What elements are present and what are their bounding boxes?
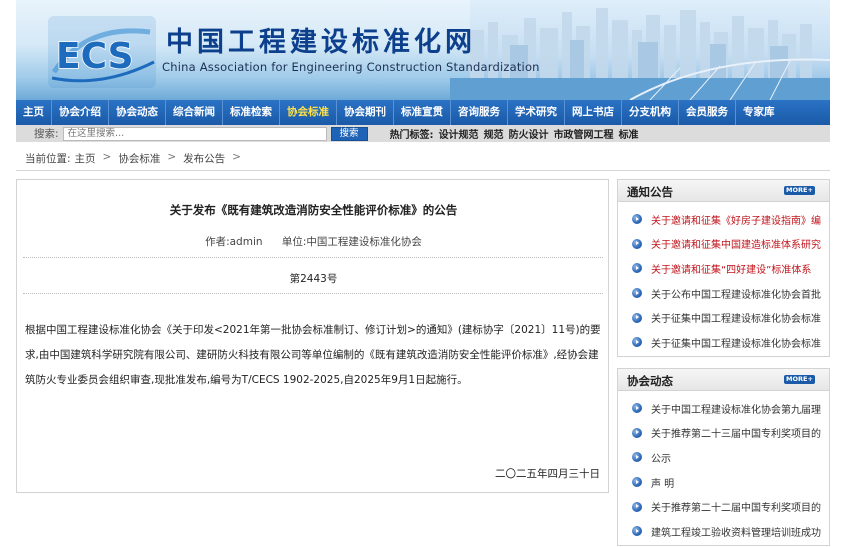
hot-tags-label: 热门标签: — [389, 130, 434, 141]
arrow-bullet-icon — [632, 337, 642, 348]
article-title: 关于发布《既有建筑改造消防安全性能评价标准》的公告 — [169, 203, 458, 217]
nav-item-general-news[interactable]: 综合新闻 — [166, 100, 223, 125]
nav-item-standard-promotion[interactable]: 标准宣贯 — [394, 100, 451, 125]
list-item[interactable]: 建筑工程竣工验收资料管理培训班成功 — [618, 519, 829, 544]
hot-tag-standard[interactable]: 标准 — [619, 126, 639, 141]
article-number: 第2443号 — [289, 273, 338, 285]
arrow-bullet-icon — [632, 263, 642, 274]
breadcrumb-home[interactable]: 主页 — [75, 151, 96, 166]
news-panel: 协会动态 MORE+ 关于中国工程建设标准化协会第九届理 关于推荐第二十三届中国… — [617, 368, 830, 546]
article-body: 根据中国工程建设标准化协会《关于印发<2021年第一批协会标准制订、修订计划>的… — [25, 324, 601, 386]
list-item[interactable]: 声 明 — [618, 470, 829, 495]
list-item[interactable]: 关于公布中国工程建设标准化协会首批 — [618, 281, 829, 306]
article-date: 二〇二五年四月三十日 — [495, 468, 600, 480]
site-subtitle: China Association for Engineering Constr… — [162, 60, 540, 74]
news-header: 协会动态 MORE+ — [618, 369, 829, 391]
city-skyline-image — [450, 8, 830, 100]
hot-tag-municipal-pipeline[interactable]: 市政管网工程 — [554, 126, 614, 141]
nav-item-standard-search[interactable]: 标准检索 — [223, 100, 280, 125]
nav-item-home[interactable]: 主页 — [16, 100, 52, 125]
nav-item-association-news[interactable]: 协会动态 — [109, 100, 166, 125]
list-item[interactable]: 关于推荐第二十三届中国专利奖项目的 — [618, 421, 829, 446]
arrow-bullet-icon — [632, 312, 642, 323]
notice-title: 通知公告 — [627, 185, 673, 199]
nav-item-research[interactable]: 学术研究 — [508, 100, 565, 125]
search-label: 搜索: — [34, 128, 59, 140]
hot-tag-code[interactable]: 规范 — [484, 126, 504, 141]
breadcrumb: 当前位置: 主页 > 协会标准 > 发布公告 > — [25, 151, 244, 166]
list-item[interactable]: 关于中国工程建设标准化协会第九届理 — [618, 396, 829, 421]
news-more-button[interactable]: MORE+ — [784, 375, 815, 384]
breadcrumb-separator: > — [167, 151, 177, 163]
list-item[interactable]: 关于邀请和征集中国建造标准体系研究 — [618, 232, 829, 257]
list-item[interactable]: 关于征集中国工程建设标准化协会标准 — [618, 330, 829, 355]
arrow-bullet-icon — [632, 452, 642, 463]
notice-panel: 通知公告 MORE+ 关于邀请和征集《好房子建设指南》编 关于邀请和征集中国建造… — [617, 179, 830, 357]
arrow-bullet-icon — [632, 238, 642, 249]
article-divider — [23, 257, 603, 258]
nav-item-about[interactable]: 协会介绍 — [52, 100, 109, 125]
site-title: 中国工程建设标准化网 — [166, 27, 476, 58]
list-item[interactable]: 关于邀请和征集《好房子建设指南》编 — [618, 207, 829, 232]
notice-list: 关于邀请和征集《好房子建设指南》编 关于邀请和征集中国建造标准体系研究 关于邀请… — [618, 202, 829, 355]
nav-item-branches[interactable]: 分支机构 — [622, 100, 679, 125]
article-panel: 关于发布《既有建筑改造消防安全性能评价标准》的公告 作者:admin 单位:中国… — [16, 179, 609, 493]
hot-tag-fire-design[interactable]: 防火设计 — [509, 126, 549, 141]
arrow-bullet-icon — [632, 214, 642, 225]
article-meta: 作者:admin 单位:中国工程建设标准化协会 — [17, 234, 610, 249]
nav-item-journal[interactable]: 协会期刊 — [337, 100, 394, 125]
site-banner: ECS 中国工程建设标准化网 China Association for Eng… — [16, 0, 830, 100]
search-bar: 搜索: 搜索 热门标签: 设计规范 规范 防火设计 市政管网工程 标准 — [16, 125, 830, 142]
hot-tag-design-code[interactable]: 设计规范 — [439, 126, 479, 141]
nav-item-association-standards[interactable]: 协会标准 — [280, 100, 337, 125]
search-button[interactable]: 搜索 — [330, 126, 368, 141]
breadcrumb-prefix: 当前位置: — [25, 153, 71, 165]
svg-text:ECS: ECS — [56, 36, 134, 77]
main-nav: 主页 协会介绍 协会动态 综合新闻 标准检索 协会标准 协会期刊 标准宣贯 咨询… — [16, 100, 830, 125]
breadcrumb-divider — [16, 170, 830, 171]
news-title: 协会动态 — [627, 374, 673, 388]
nav-item-experts[interactable]: 专家库 — [736, 100, 782, 125]
list-item[interactable]: 关于征集中国工程建设标准化协会标准 — [618, 305, 829, 330]
arrow-bullet-icon — [632, 403, 642, 414]
search-input[interactable] — [62, 126, 327, 141]
arrow-bullet-icon — [632, 526, 642, 537]
breadcrumb-separator: > — [232, 151, 241, 163]
notice-header: 通知公告 MORE+ — [618, 180, 829, 202]
list-item[interactable]: 关于推荐第二十二届中国专利奖项目的 — [618, 494, 829, 519]
notice-more-button[interactable]: MORE+ — [784, 186, 815, 195]
arrow-bullet-icon — [632, 477, 642, 488]
article-unit: 单位:中国工程建设标准化协会 — [281, 236, 422, 248]
article-divider — [23, 293, 603, 294]
nav-item-consulting[interactable]: 咨询服务 — [451, 100, 508, 125]
arrow-bullet-icon — [632, 427, 642, 438]
nav-item-bookstore[interactable]: 网上书店 — [565, 100, 622, 125]
article-author: 作者:admin — [205, 236, 263, 248]
list-item[interactable]: 公示 — [618, 445, 829, 470]
ecs-logo: ECS — [48, 16, 156, 88]
arrow-bullet-icon — [632, 288, 642, 299]
news-list: 关于中国工程建设标准化协会第九届理 关于推荐第二十三届中国专利奖项目的 公示 声… — [618, 391, 829, 544]
nav-item-member-services[interactable]: 会员服务 — [679, 100, 736, 125]
list-item[interactable]: 关于邀请和征集“四好建设”标准体系 — [618, 256, 829, 281]
arrow-bullet-icon — [632, 501, 642, 512]
breadcrumb-separator: > — [102, 151, 112, 163]
breadcrumb-announcements[interactable]: 发布公告 — [183, 151, 225, 166]
breadcrumb-association-standards[interactable]: 协会标准 — [118, 151, 160, 166]
